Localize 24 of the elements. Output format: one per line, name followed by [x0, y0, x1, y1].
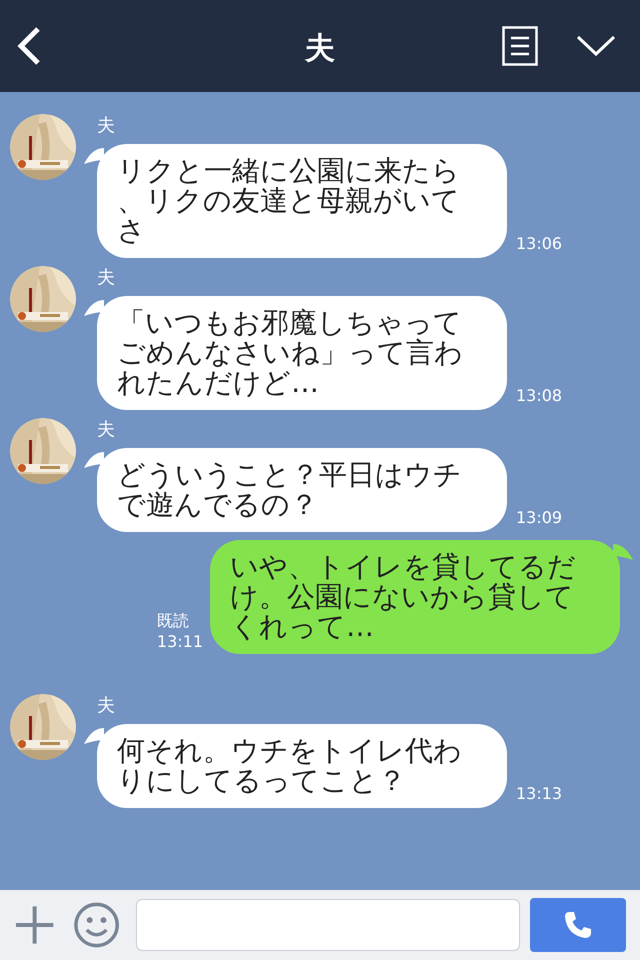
chevron-down-icon[interactable] — [576, 35, 616, 57]
message-time: 13:06 — [516, 235, 562, 253]
chat-title: 夫 — [304, 30, 336, 68]
phone-icon — [562, 910, 593, 940]
notes-icon[interactable] — [502, 26, 538, 66]
message-text: 何それ。ウチをトイレ代わりにしてるってこと？ — [117, 736, 463, 796]
smiley-icon[interactable] — [73, 901, 120, 949]
message-time: 13:13 — [516, 785, 562, 803]
message-text: 「いつもお邪魔しちゃってごめんなさいね」って言われたんだけど… — [117, 308, 464, 398]
message-text: リクと一緒に公園に来たら、リクの友達と母親がいてさ — [117, 156, 461, 246]
sender-name: 夫 — [97, 696, 115, 716]
message-input-field[interactable] — [136, 899, 520, 951]
message-time: 13:09 — [516, 509, 562, 527]
message-text: いや、トイレを貸してるだけ。公園にないから貸してくれって… — [230, 552, 577, 642]
sender-name: 夫 — [97, 268, 115, 288]
read-status: 既読 — [156, 610, 190, 631]
message-time: 13:11 — [156, 631, 203, 652]
sender-name: 夫 — [97, 420, 115, 440]
message-time: 13:08 — [516, 387, 562, 405]
call-button[interactable] — [530, 898, 626, 952]
back-icon[interactable] — [16, 26, 42, 66]
sender-name: 夫 — [97, 116, 115, 136]
plus-icon[interactable] — [14, 904, 56, 946]
message-text: どういうこと？平日はウチで遊んでるの？ — [117, 460, 463, 520]
